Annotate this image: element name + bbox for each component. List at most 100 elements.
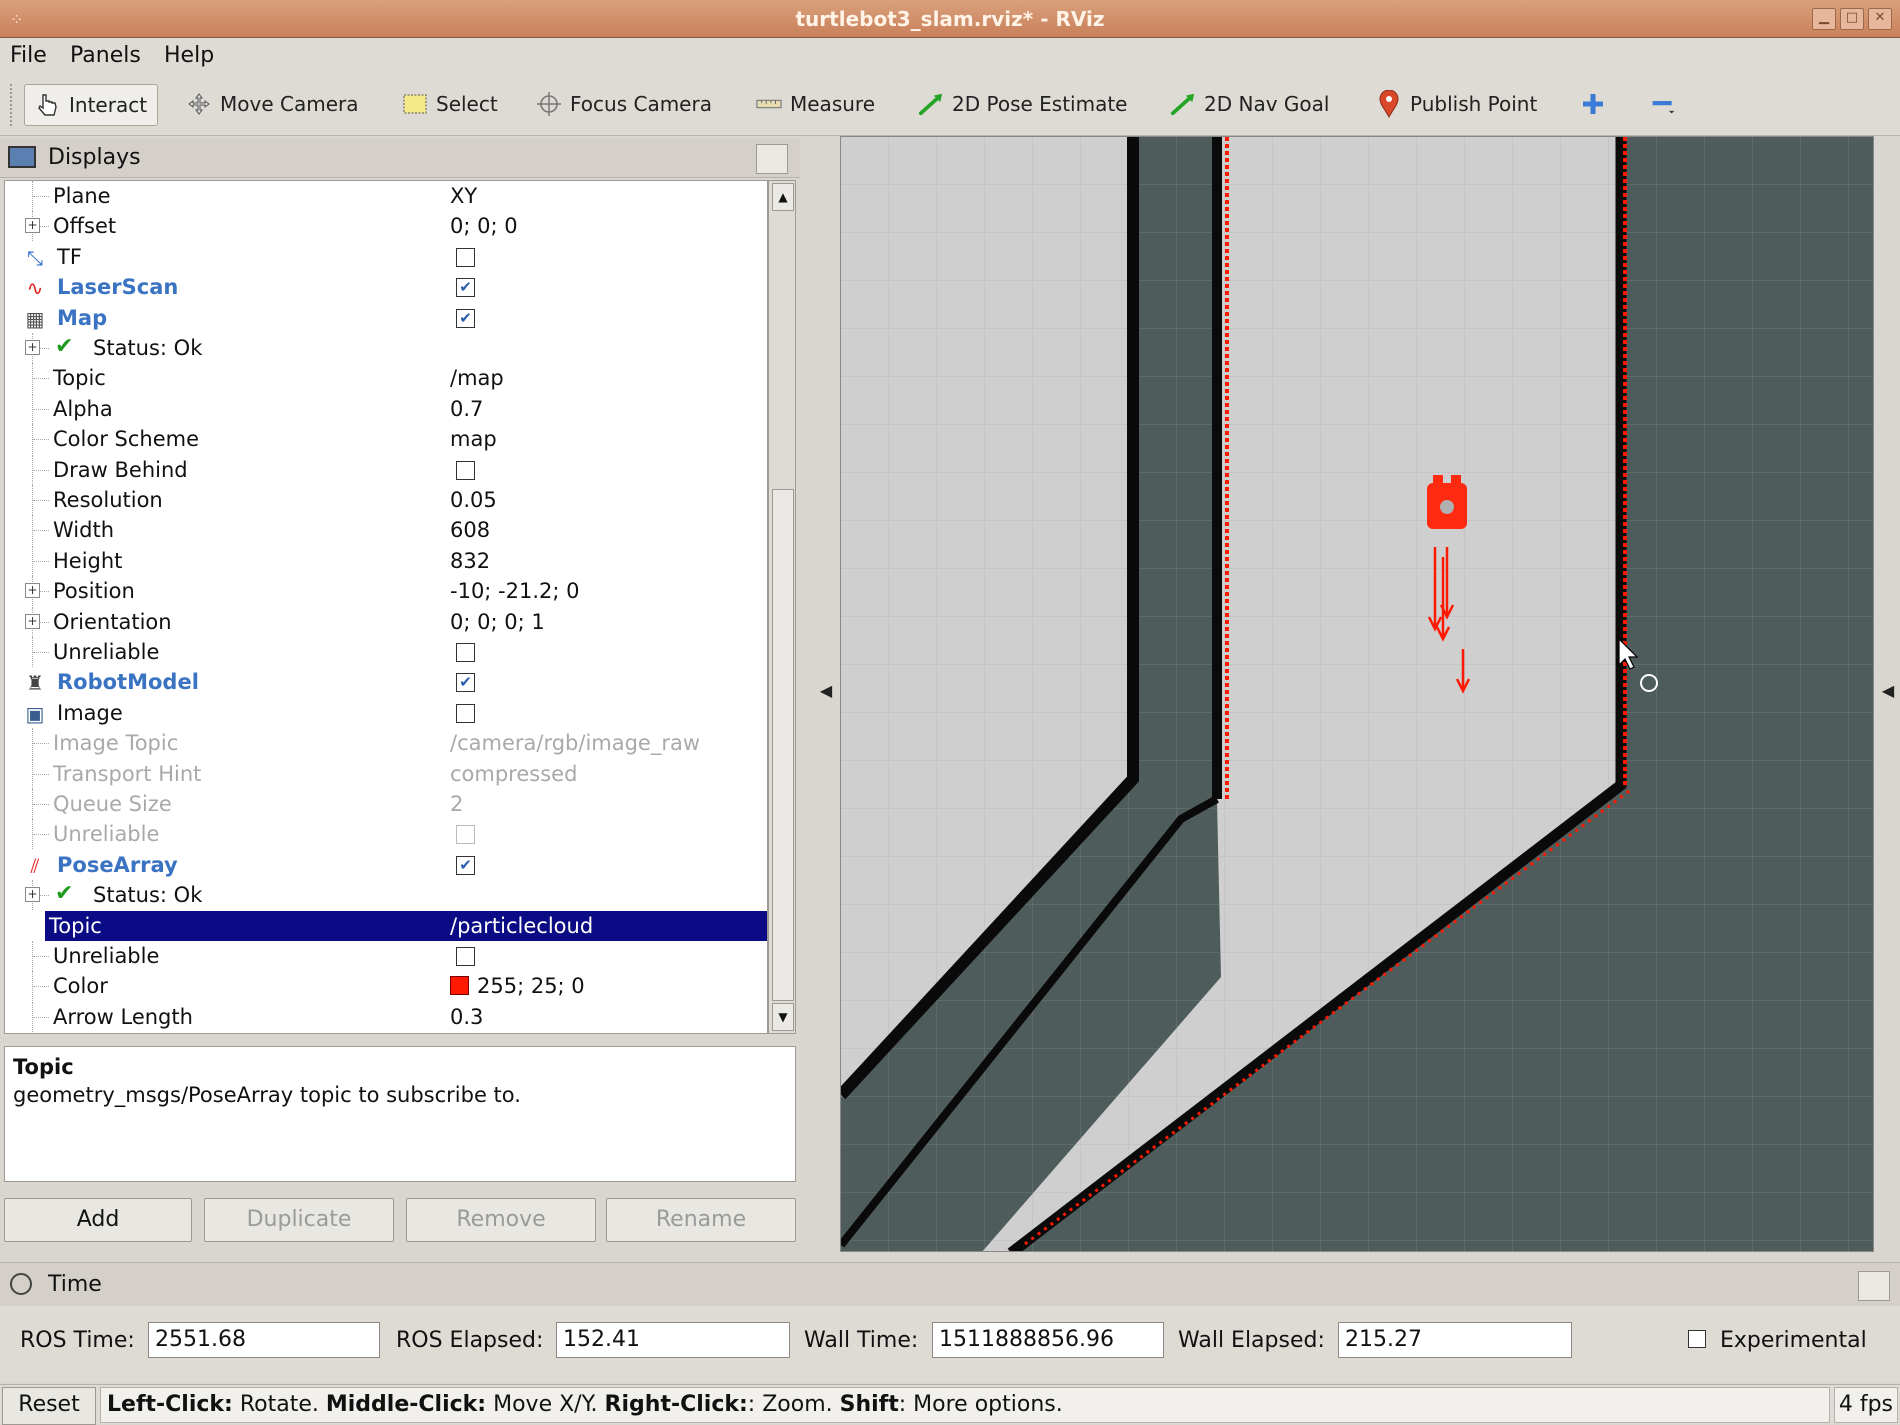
tree-row[interactable]: Transport Hint compressed [5,758,767,789]
displays-scrollbar[interactable]: ▲ ▼ [768,180,796,1034]
tree-row[interactable]: Plane XY [5,181,767,211]
tool-measure[interactable]: Measure [746,84,885,124]
nav-goal-icon [1170,91,1196,117]
tree-row-value[interactable]: /particlecloud [450,914,593,938]
display-enable-checkbox[interactable]: ✔ [456,278,475,298]
expand-icon[interactable]: + [25,340,40,355]
tree-row[interactable]: + ✔ Status: Ok [5,333,767,363]
tree-row-value[interactable]: 2 [450,792,463,816]
scroll-up-button[interactable]: ▲ [772,183,794,211]
duplicate-display-button[interactable]: Duplicate [204,1198,394,1242]
tool-publish-point[interactable]: Publish Point [1366,84,1547,124]
scrollbar-thumb[interactable] [772,489,794,1001]
display-enable-checkbox[interactable] [456,247,475,267]
tree-row-value[interactable]: 608 [450,518,490,542]
collapse-right-arrow[interactable]: ◀ [1878,676,1898,706]
ros-elapsed-field[interactable]: 152.41 [556,1322,790,1358]
expand-icon[interactable]: + [25,887,40,903]
panel-float-button[interactable] [756,144,788,174]
tree-row[interactable]: Unreliable [5,819,767,850]
display-enable-checkbox[interactable]: ✔ [456,855,475,875]
tool-interact[interactable]: Interact [24,84,159,126]
time-panel-float-button[interactable] [1858,1271,1890,1301]
tree-row[interactable]: + Offset 0; 0; 0 [5,211,767,242]
ros-time-field[interactable]: 2551.68 [148,1322,380,1358]
collapse-left-arrow[interactable]: ◀ [816,676,836,706]
tree-row[interactable]: ▦ Map ✔ [5,303,767,333]
tree-row-value[interactable]: /camera/rgb/image_raw [450,731,700,755]
menu-file[interactable]: File [10,43,47,68]
wall-elapsed-field[interactable]: 215.27 [1338,1322,1572,1358]
display-enable-checkbox[interactable] [456,825,475,845]
display-enable-checkbox[interactable] [456,643,475,662]
tree-row[interactable]: Height 832 [5,545,767,576]
tool-focus-camera[interactable]: Focus Camera [526,84,722,124]
tree-row-value[interactable]: /map [450,366,504,390]
tool-move-camera[interactable]: Move Camera [176,84,368,124]
tree-row[interactable]: Unreliable [5,941,767,971]
close-button[interactable]: ✕ [1868,8,1892,30]
toolbar-grip[interactable] [10,84,20,126]
tree-row[interactable]: ♜ RobotModel ✔ [5,667,767,697]
tool-select[interactable]: Select [392,84,508,124]
add-tool-button[interactable] [1570,84,1616,124]
tree-row[interactable]: Draw Behind [5,454,767,485]
reset-button[interactable]: Reset [2,1387,96,1425]
remove-tool-button[interactable] [1640,84,1686,124]
display-enable-checkbox[interactable]: ✔ [456,308,475,328]
status-ok-icon: ✔ [55,881,74,907]
tree-row[interactable]: Alpha 0.7 [5,393,767,424]
maximize-button[interactable]: □ [1840,8,1864,30]
rename-display-button[interactable]: Rename [606,1198,796,1242]
menu-panels[interactable]: Panels [70,43,141,68]
tool-2d-pose-estimate[interactable]: 2D Pose Estimate [908,84,1138,124]
tree-row[interactable]: ∿ LaserScan ✔ [5,272,767,302]
menu-help[interactable]: Help [164,43,214,68]
scroll-down-button[interactable]: ▼ [772,1003,794,1031]
displays-tree[interactable]: Plane XY + Offset 0; 0; 0 ⤡ TF ∿ LaserScan ✔ ▦ Map ✔… [4,180,768,1034]
tree-row[interactable]: Image Topic/camera/rgb/image_raw [5,728,767,759]
tree-row[interactable]: ▣ Image [5,698,767,728]
tree-row[interactable]: Arrow Length 0.3 [5,1001,767,1032]
tree-row[interactable]: Color 255; 25; 0 [5,971,767,1002]
tree-row[interactable]: Topic/particlecloud [45,910,767,941]
experimental-checkbox[interactable] [1688,1330,1706,1348]
tree-row-value[interactable]: 0.3 [450,1005,483,1029]
tree-row[interactable]: + Position -10; -21.2; 0 [5,576,767,607]
tree-row-value[interactable]: -10; -21.2; 0 [450,579,580,603]
tree-row-value[interactable]: 0.7 [450,397,483,421]
expand-icon[interactable]: + [25,613,40,629]
tree-row[interactable]: + ✔ Status: Ok [5,880,767,911]
minimize-button[interactable]: ▁ [1812,8,1836,30]
tree-row-value[interactable]: 0; 0; 0 [450,214,518,238]
tree-row-value[interactable]: 255; 25; 0 [450,974,585,998]
tree-row[interactable]: ⤡ TF [5,242,767,272]
tree-row-value[interactable]: compressed [450,762,577,786]
tool-2d-nav-goal[interactable]: 2D Nav Goal [1160,84,1339,124]
tree-row[interactable]: Color Scheme map [5,424,767,455]
display-enable-checkbox[interactable] [456,703,475,723]
display-enable-checkbox[interactable]: ✔ [456,673,475,693]
expand-icon[interactable]: + [25,218,40,234]
window-title-bar[interactable]: ⁘ turtlebot3_slam.rviz* - RViz ▁ □ ✕ [0,0,1900,38]
tree-row[interactable]: Queue Size 2 [5,789,767,819]
add-display-button[interactable]: Add [4,1198,192,1242]
wall-time-field[interactable]: 1511888856.96 [932,1322,1164,1358]
render-viewport[interactable] [840,136,1874,1252]
tree-row-value[interactable]: 832 [450,549,490,573]
tree-row[interactable]: Unreliable [5,637,767,667]
tree-row-value[interactable]: XY [450,184,477,208]
tree-row[interactable]: Topic/map [5,363,767,394]
display-enable-checkbox[interactable] [456,460,475,480]
tree-row-value[interactable]: map [450,427,497,451]
expand-icon[interactable]: + [25,583,40,599]
tree-row[interactable]: + Orientation 0; 0; 0; 1 [5,606,767,637]
tree-row-value[interactable]: 0.05 [450,488,497,512]
tree-row-name: Topic [49,913,102,938]
tree-row-value[interactable]: 0; 0; 0; 1 [450,610,545,634]
tree-row[interactable]: Resolution 0.05 [5,485,767,515]
tree-row[interactable]: Width 608 [5,515,767,546]
display-enable-checkbox[interactable] [456,947,475,966]
tree-row[interactable]: ⫽ PoseArray ✔ [5,850,767,880]
remove-display-button[interactable]: Remove [406,1198,596,1242]
